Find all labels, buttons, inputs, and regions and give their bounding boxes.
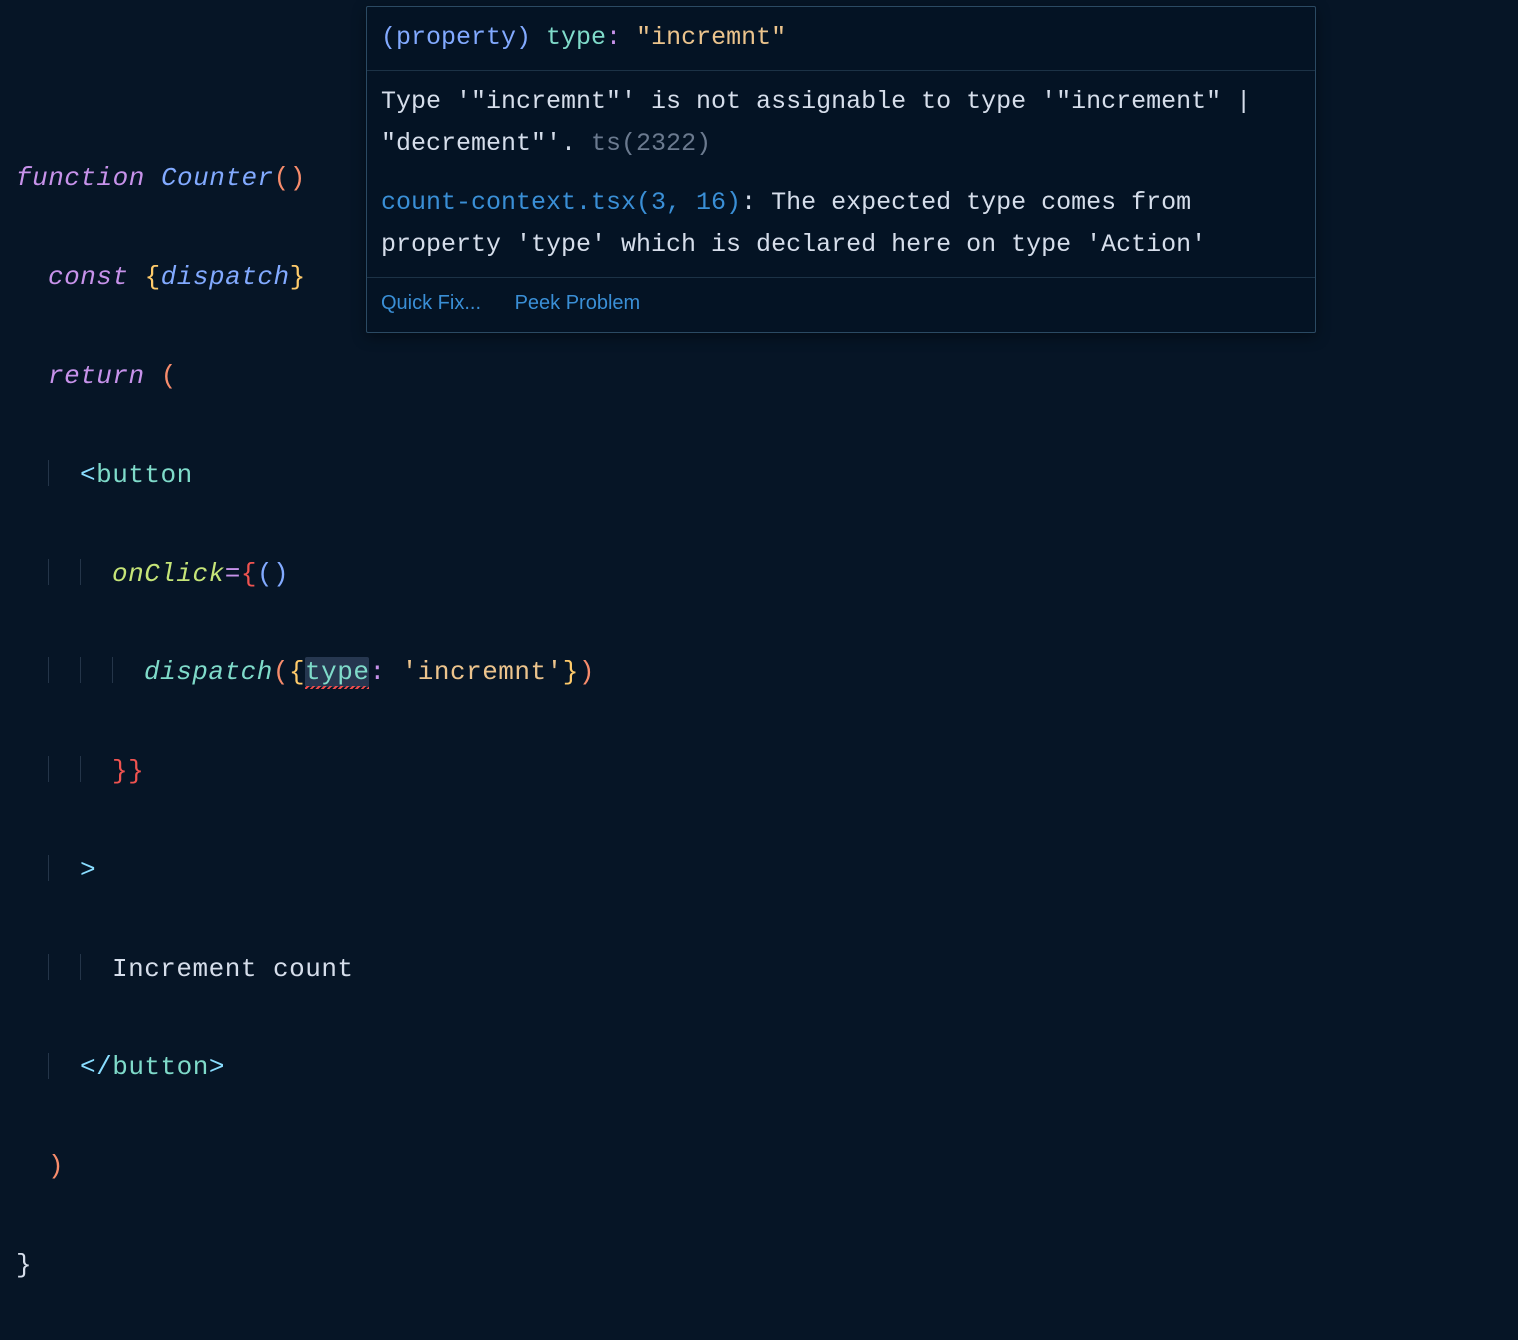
- keyword-function: function: [16, 163, 145, 193]
- call-paren-open: (: [273, 657, 289, 687]
- string-quote-open: ': [402, 657, 418, 687]
- hover-actions: Quick Fix... Peek Problem: [367, 278, 1315, 332]
- jsx-brace-open: {: [241, 559, 257, 589]
- call-paren-close: ): [579, 657, 595, 687]
- tag-close-lt: </: [80, 1052, 112, 1082]
- hover-signature: (property) type: "incremnt": [367, 7, 1315, 71]
- related-file-link[interactable]: count-context.tsx: [381, 188, 636, 217]
- property-type-error[interactable]: type: [305, 657, 369, 687]
- jsx-brace-close: }: [128, 756, 144, 786]
- code-line-8: >: [16, 846, 595, 895]
- tag-gt: >: [80, 855, 96, 885]
- tag-close-gt: >: [209, 1052, 225, 1082]
- paren-open: (: [274, 163, 290, 193]
- error-code: ts(2322): [576, 129, 711, 158]
- arrow-paren-close: ): [273, 559, 289, 589]
- code-line-11: ): [16, 1142, 595, 1191]
- object-brace-close: }: [563, 657, 579, 687]
- code-line-5: onClick={(): [16, 550, 595, 599]
- quick-fix-link[interactable]: Quick Fix...: [381, 292, 481, 314]
- hover-tooltip[interactable]: (property) type: "incremnt" Type '"incre…: [366, 6, 1316, 333]
- code-line-7: }}: [16, 747, 595, 796]
- code-line-3: return (: [16, 352, 595, 401]
- tag-button: button: [96, 460, 193, 490]
- code-line-10: </button>: [16, 1043, 595, 1092]
- keyword-return: return: [48, 361, 145, 391]
- code-line-12: }: [16, 1241, 595, 1290]
- peek-problem-link[interactable]: Peek Problem: [515, 292, 641, 314]
- colon: :: [369, 657, 385, 687]
- signature-label: (property): [381, 23, 546, 52]
- string-value: incremnt: [418, 657, 547, 687]
- error-message: Type '"incremnt"' is not assignable to t…: [381, 87, 1251, 159]
- equals: =: [225, 559, 241, 589]
- signature-prop: type: [546, 23, 606, 52]
- return-paren-close: ): [48, 1151, 64, 1181]
- code-line-6: dispatch({type: 'incremnt'}): [16, 648, 595, 697]
- tag-button-close: button: [112, 1052, 209, 1082]
- jsx-text: Increment count: [112, 954, 354, 984]
- code-line-4: <button: [16, 451, 595, 500]
- paren-close: ): [290, 163, 306, 193]
- paren-open: (: [161, 361, 177, 391]
- signature-quote-close: ": [771, 23, 786, 52]
- related-position: (3, 16): [636, 188, 741, 217]
- tag-lt: <: [80, 460, 96, 490]
- brace-open: {: [145, 262, 161, 292]
- function-name: Counter: [161, 163, 274, 193]
- brace-close: }: [290, 262, 306, 292]
- related-info-row: count-context.tsx(3, 16): The expected t…: [381, 182, 1301, 267]
- signature-op: :: [606, 23, 636, 52]
- keyword-const: const: [48, 262, 129, 292]
- string-quote-close: ': [547, 657, 563, 687]
- function-brace-close: }: [16, 1250, 32, 1280]
- call-dispatch: dispatch: [144, 657, 273, 687]
- signature-value: incremnt: [651, 23, 771, 52]
- signature-quote-open: ": [636, 23, 651, 52]
- variable-dispatch: dispatch: [161, 262, 290, 292]
- object-brace-open: {: [289, 657, 305, 687]
- related-colon: :: [741, 188, 771, 217]
- code-line-9: Increment count: [16, 945, 595, 994]
- attr-onclick: onClick: [112, 559, 225, 589]
- arrow-body-close: }: [112, 756, 128, 786]
- hover-error-body: Type '"incremnt"' is not assignable to t…: [367, 71, 1315, 278]
- error-message-row: Type '"incremnt"' is not assignable to t…: [381, 81, 1301, 166]
- arrow-paren-open: (: [257, 559, 273, 589]
